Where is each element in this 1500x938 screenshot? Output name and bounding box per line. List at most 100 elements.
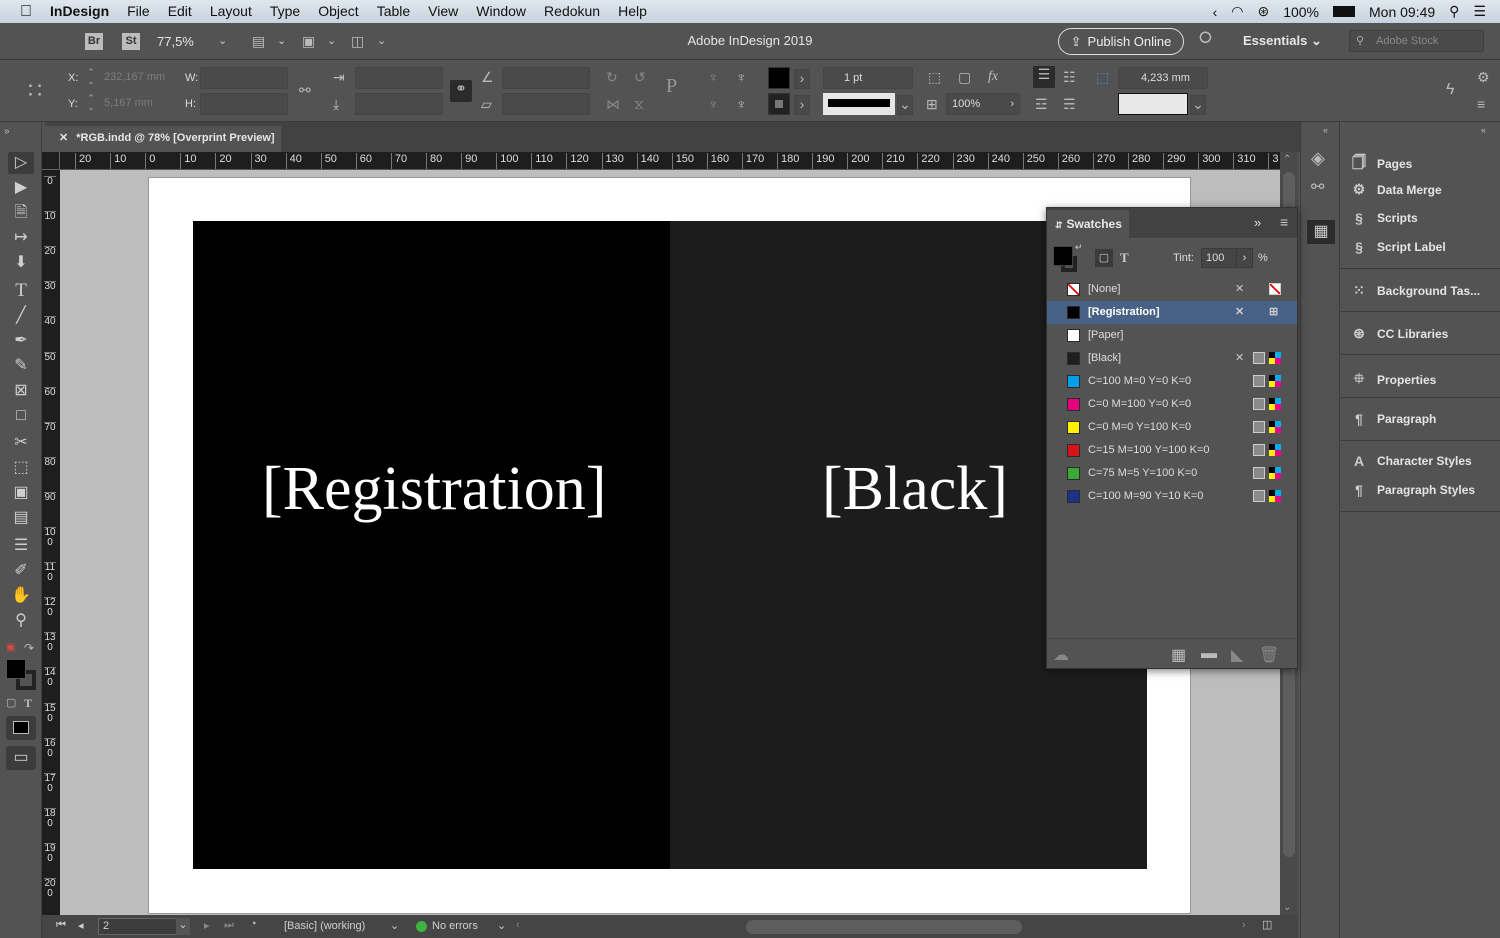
- panel-toggle-icon[interactable]: ⇵: [1055, 220, 1063, 230]
- text-wrap-object-shape-icon[interactable]: ☲: [1035, 96, 1048, 112]
- adobe-stock-search[interactable]: ⚲ Adobe Stock: [1349, 30, 1484, 52]
- panel-paragraph-styles[interactable]: ¶ Paragraph Styles: [1349, 482, 1475, 498]
- shear-field[interactable]: [502, 93, 590, 115]
- swatch-row[interactable]: C=0 M=100 Y=0 K=0: [1047, 393, 1297, 416]
- stroke-chevron-icon[interactable]: ›: [794, 95, 810, 115]
- reference-point-icon[interactable]: ∷: [28, 76, 42, 106]
- panel-script-label[interactable]: § Script Label: [1349, 239, 1446, 255]
- stroke-weight-field[interactable]: 1 pt: [823, 67, 913, 89]
- swatch-row[interactable]: [Paper]: [1047, 324, 1297, 347]
- lightbulb-icon[interactable]: ⭘: [1199, 31, 1212, 47]
- gradient-swatch-tool-icon[interactable]: ▣: [8, 482, 34, 504]
- gap-field[interactable]: 4,233 mm: [1118, 67, 1208, 89]
- screen-mode-chevron-icon[interactable]: ⌄: [327, 34, 336, 47]
- scale-y-field[interactable]: [355, 93, 443, 115]
- fill-proxy[interactable]: [6, 659, 26, 679]
- menu-layout[interactable]: Layout: [201, 0, 261, 23]
- gradient-feather-tool-icon[interactable]: ▤: [8, 507, 34, 529]
- select-content-icon[interactable]: ♆: [708, 96, 719, 112]
- formatting-text-icon[interactable]: T: [24, 695, 32, 711]
- gap-tool-icon[interactable]: ↦: [8, 227, 34, 249]
- select-previous-object-icon[interactable]: ♆: [736, 69, 747, 85]
- arrange-chevron-icon[interactable]: ⌄: [377, 34, 386, 47]
- content-collector-tool-icon[interactable]: ⬇: [8, 252, 34, 274]
- pencil-tool-icon[interactable]: ✎: [8, 355, 34, 377]
- arrange-documents-icon[interactable]: ◫: [351, 33, 364, 49]
- menu-app[interactable]: InDesign: [41, 0, 118, 23]
- menu-object[interactable]: Object: [309, 0, 367, 23]
- wifi-icon[interactable]: ◠: [1231, 3, 1243, 20]
- quick-apply-icon[interactable]: ϟ: [1446, 82, 1454, 98]
- text-wrap-bounding-box-icon[interactable]: ☷: [1063, 69, 1076, 85]
- opacity-field[interactable]: 100% ›: [946, 93, 1020, 115]
- y-stepper[interactable]: ⌃ ⌄: [84, 94, 98, 114]
- workspace-switcher[interactable]: Essentials ⌄: [1243, 33, 1322, 49]
- screen-mode-icon[interactable]: ▭: [6, 746, 36, 770]
- note-tool-icon[interactable]: ☰: [8, 535, 34, 557]
- new-color-group-icon[interactable]: ▬: [1201, 645, 1217, 663]
- chevron-left-icon[interactable]: ‹: [1213, 4, 1218, 20]
- rectangle-tool-icon[interactable]: □: [8, 405, 34, 427]
- previous-page-icon[interactable]: ◂: [78, 919, 84, 932]
- eyedropper-tool-icon[interactable]: ✐: [8, 560, 34, 582]
- flip-horizontal-icon[interactable]: ⋈: [606, 96, 620, 112]
- panel-properties[interactable]: ⯐ Properties: [1349, 368, 1437, 392]
- panel-pages[interactable]: 🗍 Pages: [1349, 152, 1412, 176]
- free-transform-tool-icon[interactable]: ⬚: [8, 457, 34, 479]
- next-page-icon[interactable]: ▸: [204, 919, 210, 932]
- preflight-menu-icon[interactable]: ⌄: [497, 919, 506, 932]
- stock-button[interactable]: St: [122, 33, 140, 50]
- line-tool-icon[interactable]: ╱: [8, 305, 34, 327]
- rotation-field[interactable]: [502, 67, 590, 89]
- stroke-type-field[interactable]: [823, 93, 895, 115]
- drop-shadow-icon[interactable]: ▢: [958, 69, 971, 85]
- bridge-button[interactable]: Br: [85, 33, 103, 50]
- rotate-ccw-icon[interactable]: ↺: [634, 69, 646, 85]
- show-swatch-kinds-icon[interactable]: ▦: [1171, 645, 1186, 665]
- screen-mode-icon[interactable]: ▣: [302, 33, 315, 49]
- default-fill-stroke-icon[interactable]: ▣: [6, 640, 15, 656]
- document-tab[interactable]: ✕ *RGB.indd @ 78% [Overprint Preview]: [45, 126, 281, 152]
- flip-vertical-icon[interactable]: ⧖: [634, 96, 644, 112]
- zoom-tool-icon[interactable]: ⚲: [8, 610, 34, 632]
- first-page-icon[interactable]: ⏮: [56, 919, 66, 932]
- swatch-row[interactable]: C=15 M=100 Y=100 K=0: [1047, 439, 1297, 462]
- fill-chevron-icon[interactable]: ›: [794, 69, 810, 89]
- close-tab-icon[interactable]: ✕: [59, 132, 68, 144]
- page-dropdown-icon[interactable]: ⌄: [176, 918, 190, 935]
- apply-color-button[interactable]: [6, 716, 36, 740]
- hand-tool-icon[interactable]: ✋: [8, 585, 34, 607]
- collapse-dock-icon[interactable]: «: [1323, 122, 1328, 138]
- scroll-down-icon[interactable]: ⌄: [1283, 902, 1291, 913]
- split-window-icon[interactable]: ◫: [1262, 918, 1272, 931]
- collapse-panel-icon[interactable]: »: [1254, 215, 1261, 230]
- panel-menu-icon[interactable]: ≡: [1477, 96, 1485, 112]
- layers-icon[interactable]: ◈: [1311, 149, 1325, 167]
- tint-chevron-icon[interactable]: ›: [1236, 249, 1252, 267]
- swatches-tab[interactable]: ⇵ Swatches: [1047, 210, 1129, 238]
- preflight-status[interactable]: No errors: [432, 920, 478, 932]
- collapse-panels-icon[interactable]: «: [1481, 122, 1486, 138]
- formatting-container-icon[interactable]: ▢: [1095, 249, 1113, 267]
- panel-character-styles[interactable]: A Character Styles: [1349, 453, 1472, 469]
- select-next-object-icon[interactable]: ♆: [736, 96, 747, 112]
- opacity-chevron-icon[interactable]: ›: [1010, 94, 1014, 114]
- menu-file[interactable]: File: [118, 0, 159, 23]
- battery-icon[interactable]: [1333, 6, 1355, 17]
- page-tool-icon[interactable]: 🗎: [8, 202, 34, 224]
- menu-redokun[interactable]: Redokun: [535, 0, 609, 23]
- frame-fitting-icon[interactable]: ⬚: [928, 69, 941, 85]
- swatches-menu-icon[interactable]: ≡: [1280, 214, 1288, 230]
- y-field[interactable]: 5,167 mm: [99, 93, 171, 115]
- unlink-proportions-icon[interactable]: ⚯: [299, 82, 311, 98]
- spotlight-search-icon[interactable]: ⚲: [1449, 3, 1459, 20]
- scroll-up-icon[interactable]: ⌃: [1283, 154, 1291, 165]
- rectangle-frame-tool-icon[interactable]: ⊠: [8, 380, 34, 402]
- vertical-ruler[interactable]: 0 10 20 30 40 50 60 70 80 90 100 110 120 130 140 150 160…: [42, 170, 60, 915]
- content-direction-p-icon[interactable]: P: [666, 76, 677, 96]
- menu-table[interactable]: Table: [368, 0, 419, 23]
- x-stepper[interactable]: ⌃ ⌄: [84, 68, 98, 88]
- swatch-row[interactable]: [Registration] ✕ ⊞: [1047, 301, 1297, 324]
- direct-selection-tool-icon[interactable]: ▶: [8, 177, 34, 199]
- scroll-left-icon[interactable]: ‹: [516, 919, 520, 931]
